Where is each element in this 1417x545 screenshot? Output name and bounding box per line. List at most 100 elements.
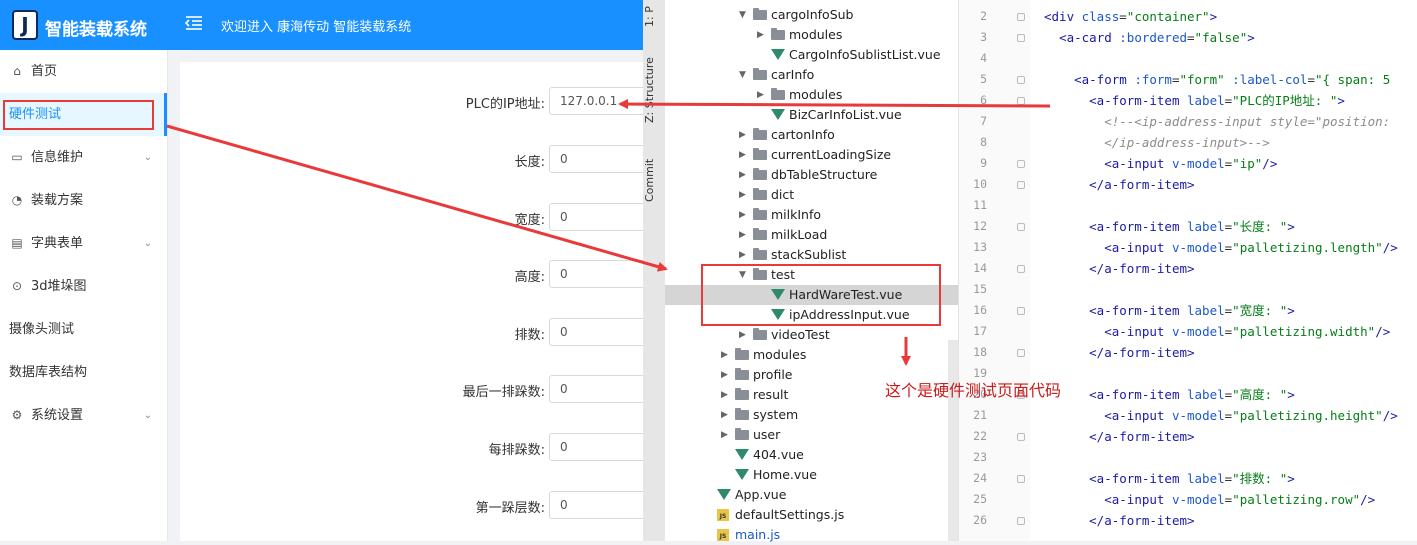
sidebar-item-3d-stack[interactable]: ⊙ 3d堆垛图 bbox=[0, 265, 167, 308]
code-line: <a-card :bordered="false"> bbox=[1059, 30, 1255, 45]
fold-marker-icon[interactable] bbox=[1017, 307, 1025, 315]
length-input[interactable]: 0 bbox=[549, 145, 649, 173]
chevron-right-icon[interactable]: ▶ bbox=[739, 205, 749, 225]
chevron-right-icon[interactable]: ▶ bbox=[739, 185, 749, 205]
chevron-right-icon[interactable]: ▶ bbox=[757, 85, 767, 105]
sidebar-item-info-maintenance[interactable]: ▭ 信息维护 ⌄ bbox=[0, 136, 167, 179]
sidebar-item-system-settings[interactable]: ⚙ 系统设置 ⌄ bbox=[0, 394, 167, 437]
tree-folder[interactable]: ▶ modules bbox=[665, 25, 958, 45]
tree-file[interactable]: CargoInfoSublistList.vue bbox=[665, 45, 958, 65]
tree-folder[interactable]: ▶ currentLoadingSize bbox=[665, 145, 958, 165]
tree-folder[interactable]: ▶ system bbox=[665, 405, 958, 425]
sidebar-item-home[interactable]: ⌂ 首页 bbox=[0, 50, 167, 93]
fold-marker-icon[interactable] bbox=[1017, 34, 1025, 42]
structure-tool-tab[interactable]: Z: Structure bbox=[643, 48, 665, 132]
code-line: <a-input v-model="ip"/> bbox=[1104, 156, 1278, 171]
menu-fold-icon[interactable] bbox=[184, 13, 204, 33]
fold-marker-icon[interactable] bbox=[1017, 223, 1025, 231]
code-line: <a-input v-model="palletizing.height"/> bbox=[1104, 408, 1398, 423]
first-stack-layers-input[interactable]: 0 bbox=[549, 491, 649, 519]
tree-item-label: system bbox=[753, 407, 799, 422]
chevron-right-icon[interactable]: ▶ bbox=[721, 345, 731, 365]
tree-file[interactable]: JS main.js bbox=[665, 525, 958, 545]
js-file-icon: JS bbox=[717, 529, 729, 541]
tree-item-label: BizCarInfoList.vue bbox=[789, 107, 902, 122]
tree-scrollbar[interactable] bbox=[948, 340, 958, 541]
fold-marker-icon[interactable] bbox=[1017, 97, 1025, 105]
highlight-box-sidebar bbox=[3, 100, 154, 130]
tree-folder[interactable]: ▶ milkLoad bbox=[665, 225, 958, 245]
project-tool-tab[interactable]: 1: P bbox=[643, 0, 665, 34]
chevron-right-icon[interactable]: ▶ bbox=[739, 165, 749, 185]
fold-marker-icon[interactable] bbox=[1017, 76, 1025, 84]
tree-folder[interactable]: ▶ milkInfo bbox=[665, 205, 958, 225]
tree-file[interactable]: Home.vue bbox=[665, 465, 958, 485]
folder-icon bbox=[753, 148, 767, 160]
form-label-plc-ip: PLC的IP地址: bbox=[465, 97, 545, 112]
plc-ip-input[interactable]: 127.0.0.1 bbox=[549, 87, 649, 115]
height-input[interactable]: 0 bbox=[549, 260, 649, 288]
tree-folder[interactable]: ▶ modules bbox=[665, 345, 958, 365]
tree-item-label: CargoInfoSublistList.vue bbox=[789, 47, 941, 62]
fold-marker-icon[interactable] bbox=[1017, 265, 1025, 273]
vue-file-icon bbox=[735, 469, 749, 480]
chevron-down-icon[interactable]: ▼ bbox=[739, 5, 749, 25]
welcome-message: 欢迎进入 康海传动 智能装载系统 bbox=[221, 20, 412, 35]
chevron-right-icon[interactable]: ▶ bbox=[739, 125, 749, 145]
chevron-right-icon[interactable]: ▶ bbox=[721, 385, 731, 405]
sidebar-item-db-structure[interactable]: 数据库表结构 bbox=[0, 351, 167, 394]
tree-item-label: main.js bbox=[735, 527, 781, 542]
fold-marker-icon[interactable] bbox=[1017, 517, 1025, 525]
chevron-right-icon[interactable]: ▶ bbox=[739, 325, 749, 345]
chevron-right-icon[interactable]: ▶ bbox=[757, 25, 767, 45]
tree-folder[interactable]: ▼ cargoInfoSub bbox=[665, 5, 958, 25]
fold-marker-icon[interactable] bbox=[1017, 160, 1025, 168]
sidebar-item-label: 首页 bbox=[31, 64, 58, 79]
tree-folder[interactable]: ▶ user bbox=[665, 425, 958, 445]
vue-file-icon bbox=[771, 109, 785, 120]
tree-folder[interactable]: ▶ cartonInfo bbox=[665, 125, 958, 145]
tree-folder[interactable]: ▶ stackSublist bbox=[665, 245, 958, 265]
code-editor[interactable]: <div class="container"> <a-card :bordere… bbox=[1030, 0, 1417, 541]
chevron-down-icon[interactable]: ▼ bbox=[739, 65, 749, 85]
fold-marker-icon[interactable] bbox=[1017, 13, 1025, 21]
tree-folder[interactable]: ▶ dict bbox=[665, 185, 958, 205]
chevron-down-icon: ⌄ bbox=[143, 238, 152, 249]
tree-file[interactable]: App.vue bbox=[665, 485, 958, 505]
code-line: <a-input v-model="palletizing.length"/> bbox=[1104, 240, 1398, 255]
fold-marker-icon[interactable] bbox=[1017, 433, 1025, 441]
tree-file[interactable]: BizCarInfoList.vue bbox=[665, 105, 958, 125]
rows-input[interactable]: 0 bbox=[549, 318, 649, 346]
line-number: 21 bbox=[973, 408, 987, 422]
line-number: 25 bbox=[973, 492, 987, 506]
sidebar-item-camera-test[interactable]: 摄像头测试 bbox=[0, 308, 167, 351]
chevron-right-icon[interactable]: ▶ bbox=[739, 225, 749, 245]
fold-marker-icon[interactable] bbox=[1017, 475, 1025, 483]
chevron-right-icon[interactable]: ▶ bbox=[721, 365, 731, 385]
line-number: 18 bbox=[973, 345, 987, 359]
tree-folder[interactable]: ▶ videoTest bbox=[665, 325, 958, 345]
tree-file[interactable]: 404.vue bbox=[665, 445, 958, 465]
tree-folder[interactable]: ▼ carInfo bbox=[665, 65, 958, 85]
sidebar-item-loading-plan[interactable]: ◔ 装载方案 bbox=[0, 179, 167, 222]
sidebar-item-dictionary[interactable]: ▤ 字典表单 ⌄ bbox=[0, 222, 167, 265]
stacks-per-row-input[interactable]: 0 bbox=[549, 433, 649, 461]
vue-file-icon bbox=[717, 489, 731, 500]
chevron-right-icon[interactable]: ▶ bbox=[739, 245, 749, 265]
form-label-rows: 排数: bbox=[514, 328, 545, 343]
code-line: <a-form-item label="宽度: "> bbox=[1089, 303, 1295, 318]
fold-marker-icon[interactable] bbox=[1017, 181, 1025, 189]
width-input[interactable]: 0 bbox=[549, 203, 649, 231]
chevron-right-icon[interactable]: ▶ bbox=[721, 405, 731, 425]
folder-icon bbox=[771, 88, 785, 100]
fold-marker-icon[interactable] bbox=[1017, 349, 1025, 357]
chevron-right-icon[interactable]: ▶ bbox=[739, 145, 749, 165]
chevron-right-icon[interactable]: ▶ bbox=[721, 425, 731, 445]
commit-tool-tab[interactable]: Commit bbox=[643, 150, 665, 210]
last-row-stacks-input[interactable]: 0 bbox=[549, 375, 649, 403]
tree-folder[interactable]: ▶ modules bbox=[665, 85, 958, 105]
folder-icon bbox=[735, 368, 749, 380]
vue-file-icon bbox=[771, 49, 785, 60]
tree-file[interactable]: JS defaultSettings.js bbox=[665, 505, 958, 525]
tree-folder[interactable]: ▶ dbTableStructure bbox=[665, 165, 958, 185]
